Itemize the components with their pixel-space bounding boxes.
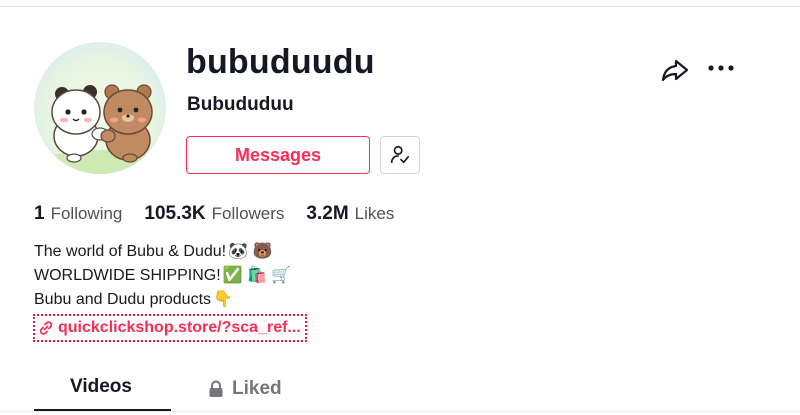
shopping-emoji: ✅ 🛍️ 🛒 — [222, 267, 292, 284]
stat-value: 105.3K — [144, 203, 206, 224]
username: bubuduudu — [186, 43, 375, 81]
stat-label: Following — [50, 204, 123, 223]
tab-liked-label: Liked — [232, 378, 282, 399]
stat-label: Followers — [211, 204, 285, 223]
messages-button[interactable]: Messages — [186, 136, 370, 174]
stat-likes: 3.2M Likes — [306, 202, 394, 226]
avatar[interactable] — [34, 42, 166, 174]
share-button[interactable] — [660, 56, 690, 84]
profile-stats: 1 Following 105.3K Followers 3.2M Likes — [34, 202, 416, 226]
bio-text: Bubu and Dudu products — [34, 291, 212, 308]
pointing-down-emoji: 👇 — [213, 291, 233, 308]
bio-line: WORLDWIDE SHIPPING! ✅ 🛍️ 🛒 — [34, 264, 291, 288]
bio-line: The world of Bubu & Dudu! 🐼 🐻 — [34, 240, 291, 264]
bio-link-text: quickclickshop.store/?sca_ref... — [58, 319, 301, 336]
tabs-divider — [0, 411, 800, 412]
stat-value: 1 — [34, 203, 45, 224]
bear-panda-avatar — [34, 42, 166, 174]
tab-liked[interactable]: Liked — [208, 374, 282, 404]
stat-label: Likes — [354, 204, 395, 223]
lock-icon — [209, 380, 223, 397]
nickname: Bubududuu — [187, 94, 294, 115]
stat-value: 3.2M — [306, 203, 349, 224]
link-icon — [39, 321, 53, 335]
tab-videos[interactable]: Videos — [70, 374, 132, 404]
bio-line: Bubu and Dudu products 👇 — [34, 288, 291, 312]
user-check-icon — [390, 145, 410, 164]
stat-following[interactable]: 1 Following — [34, 202, 122, 226]
more-options-button[interactable] — [706, 56, 736, 84]
more-dots-icon — [708, 65, 734, 71]
stat-followers[interactable]: 105.3K Followers — [144, 202, 284, 226]
share-arrow-icon — [661, 59, 689, 82]
bio-link[interactable]: quickclickshop.store/?sca_ref... — [33, 314, 307, 342]
bio-text: The world of Bubu & Dudu! — [34, 243, 227, 260]
bio: The world of Bubu & Dudu! 🐼 🐻 WORLDWIDE S… — [34, 240, 291, 312]
following-status-button[interactable] — [380, 136, 420, 174]
top-divider — [0, 6, 800, 7]
bio-text: WORLDWIDE SHIPPING! — [34, 267, 221, 284]
panda-bear-emoji: 🐼 🐻 — [228, 243, 273, 260]
